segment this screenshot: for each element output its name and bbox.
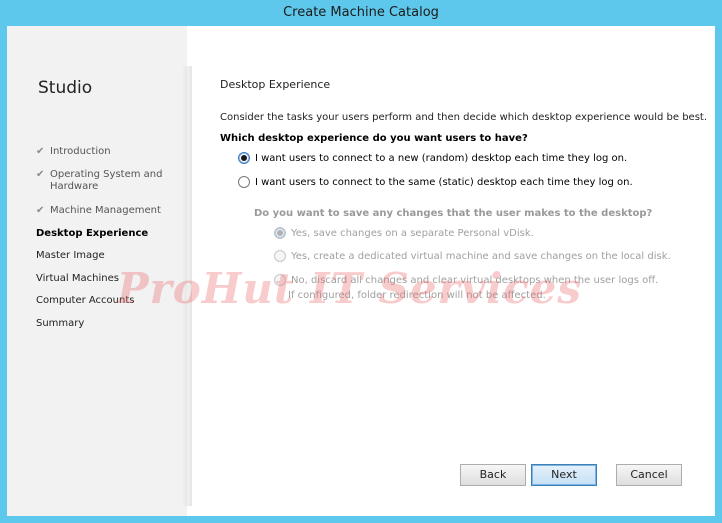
step-label: Virtual Machines — [36, 273, 119, 284]
step-label: Machine Management — [50, 205, 161, 216]
step-label: Operating System and Hardware — [50, 169, 163, 192]
wizard-window: Studio ✔ Introduction ✔ Operating System… — [7, 26, 715, 516]
save-changes-question: Do you want to save any changes that the… — [254, 208, 653, 219]
wizard-sidebar: Studio ✔ Introduction ✔ Operating System… — [7, 26, 187, 516]
radio-button[interactable] — [274, 250, 286, 262]
step-label: Computer Accounts — [36, 295, 135, 306]
step-label: Summary — [36, 318, 85, 329]
option-random-desktop[interactable]: I want users to connect to a new (random… — [238, 152, 627, 164]
radio-button[interactable] — [238, 176, 250, 188]
step-machine-management[interactable]: ✔ Machine Management — [36, 205, 186, 217]
back-button[interactable]: Back — [460, 464, 526, 486]
checkmark-icon: ✔ — [36, 169, 45, 180]
option-label: I want users to connect to a new (random… — [255, 152, 628, 164]
radio-button[interactable] — [274, 274, 286, 286]
radio-button[interactable] — [238, 152, 250, 164]
window-title: Create Machine Catalog — [0, 0, 722, 26]
step-label: Master Image — [36, 250, 105, 261]
sidebar-divider — [182, 66, 192, 506]
step-master-image: Master Image — [36, 250, 186, 262]
checkmark-icon: ✔ — [36, 146, 45, 157]
option-discard-changes[interactable]: No, discard all changes and clear virtua… — [274, 274, 658, 286]
next-button[interactable]: Next — [531, 464, 597, 486]
step-desktop-experience[interactable]: Desktop Experience — [36, 228, 186, 240]
section-title: Desktop Experience — [220, 78, 331, 91]
step-summary: Summary — [36, 318, 186, 330]
option-label: I want users to connect to the same (sta… — [255, 176, 633, 188]
checkmark-icon: ✔ — [36, 205, 45, 216]
option-label: Yes, save changes on a separate Personal… — [291, 227, 534, 239]
intro-text: Consider the tasks your users perform an… — [220, 112, 707, 123]
studio-label: Studio — [38, 78, 93, 98]
desktop-experience-question: Which desktop experience do you want use… — [220, 133, 528, 144]
radio-button[interactable] — [274, 227, 286, 239]
step-label: Introduction — [50, 146, 111, 157]
step-operating-system[interactable]: ✔ Operating System and Hardware — [36, 169, 186, 193]
step-virtual-machines: Virtual Machines — [36, 273, 186, 285]
option-dedicated-vm[interactable]: Yes, create a dedicated virtual machine … — [274, 250, 671, 262]
wizard-content: Desktop Experience Consider the tasks yo… — [220, 26, 707, 516]
step-label: Desktop Experience — [36, 228, 149, 239]
step-introduction[interactable]: ✔ Introduction — [36, 146, 186, 158]
option-static-desktop[interactable]: I want users to connect to the same (sta… — [238, 176, 633, 188]
cancel-button[interactable]: Cancel — [616, 464, 682, 486]
folder-redirection-note: If configured, folder redirection will n… — [288, 290, 546, 301]
option-personal-vdisk[interactable]: Yes, save changes on a separate Personal… — [274, 227, 534, 239]
option-label: No, discard all changes and clear virtua… — [291, 274, 659, 286]
option-label: Yes, create a dedicated virtual machine … — [291, 250, 671, 262]
step-computer-accounts: Computer Accounts — [36, 295, 186, 307]
